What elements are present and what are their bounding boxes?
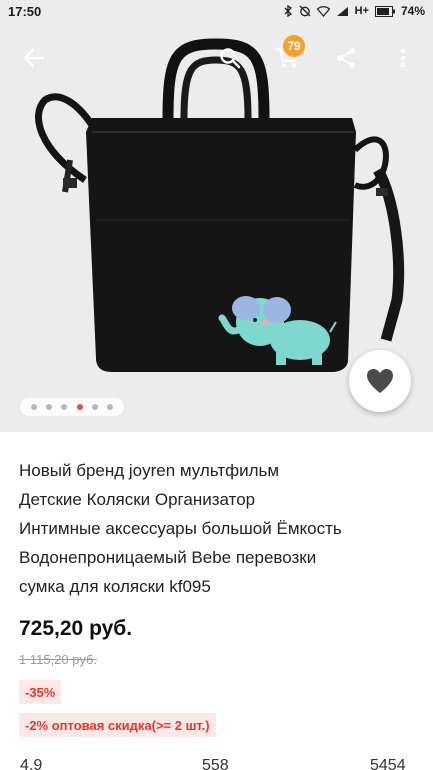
back-button[interactable]	[18, 42, 50, 74]
more-vertical-icon	[400, 48, 406, 68]
network-type: H+	[354, 5, 369, 17]
pagination-dot[interactable]	[91, 404, 98, 410]
title-line: Детские Коляски Организатор	[19, 490, 256, 509]
arrow-left-icon	[23, 48, 45, 68]
pagination-dot[interactable]	[61, 404, 68, 410]
rating-value[interactable]: 4.9	[20, 757, 42, 770]
status-bar: 17:50 H+ 74%	[0, 0, 433, 24]
share-button[interactable]	[330, 42, 362, 74]
search-button[interactable]	[214, 42, 246, 74]
cart-count-badge: 79	[283, 35, 305, 57]
wifi-icon	[316, 5, 330, 17]
pagination-dot-active[interactable]	[76, 404, 83, 410]
share-icon	[337, 48, 355, 68]
title-line: сумка для коляски kf095	[19, 577, 211, 596]
reviews-count[interactable]: 558	[202, 757, 229, 770]
favorite-button[interactable]	[349, 350, 411, 412]
title-line: Новый бренд joyren мультфильм	[19, 461, 280, 480]
current-price: 725,20 руб.	[19, 617, 133, 640]
battery-icon	[374, 5, 395, 17]
title-line: Интимные аксессуары большой Ёмкость	[19, 519, 342, 538]
wholesale-discount-badge[interactable]: -2% оптовая скидка(>= 2 шт.)	[19, 713, 216, 737]
pagination-dot[interactable]	[30, 404, 37, 410]
discount-badge: -35%	[19, 680, 62, 704]
battery-percent: 74%	[400, 4, 425, 18]
more-button[interactable]	[387, 42, 419, 74]
product-stats: 4.9 558 5454	[0, 757, 433, 770]
toolbar: 79	[0, 34, 433, 82]
status-time: 17:50	[8, 4, 42, 19]
old-price: 1 115,20 руб.	[19, 652, 98, 667]
bluetooth-icon	[283, 5, 293, 17]
title-line: Водонепроницаемый Bebe перевозки	[19, 548, 317, 567]
search-icon	[220, 48, 241, 69]
pagination-dot[interactable]	[107, 404, 114, 410]
alarm-off-icon	[299, 5, 311, 17]
product-title: Новый бренд joyren мультфильм Детские Ко…	[19, 456, 419, 601]
signal-icon	[336, 6, 349, 17]
orders-count[interactable]: 5454	[370, 757, 406, 770]
image-pagination	[20, 398, 124, 416]
heart-icon	[367, 369, 393, 393]
status-icons: H+ 74%	[283, 4, 425, 18]
pagination-dot[interactable]	[45, 404, 52, 410]
